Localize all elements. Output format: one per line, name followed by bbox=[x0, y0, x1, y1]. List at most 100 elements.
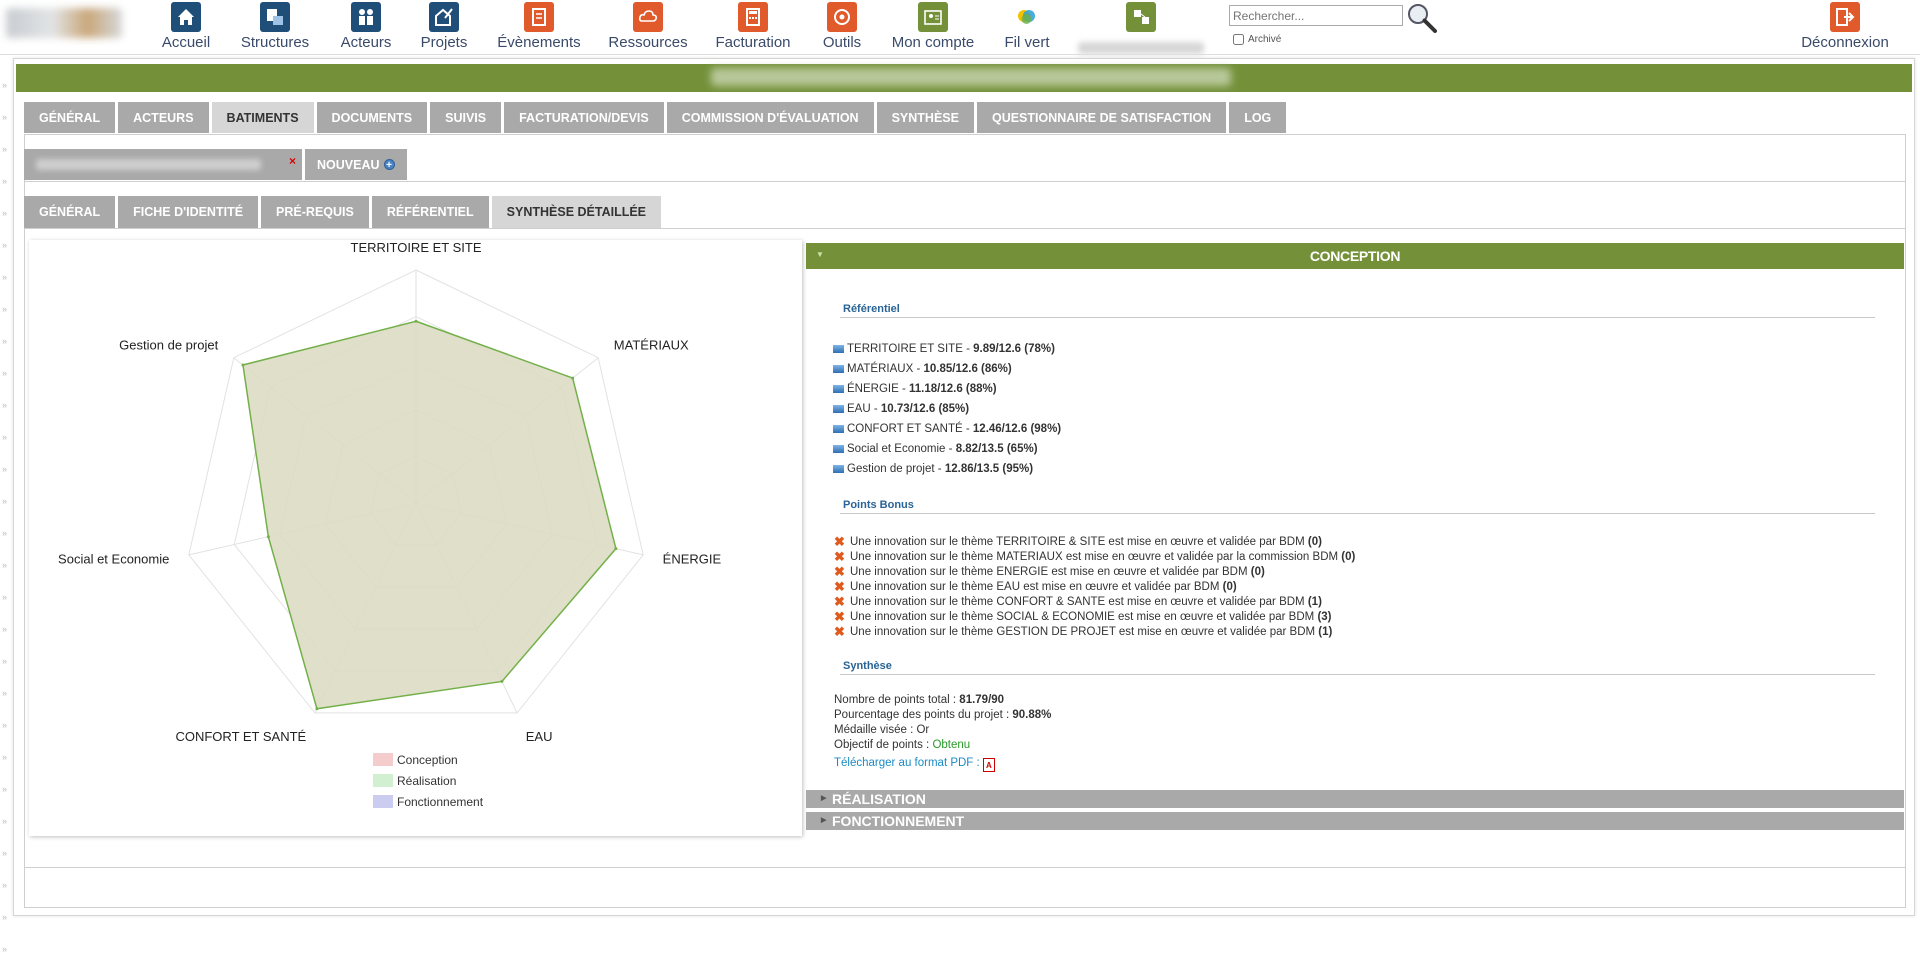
building-tabs-divider bbox=[24, 181, 1906, 182]
new-building-button[interactable]: NOUVEAU + bbox=[305, 149, 407, 180]
cross-icon: ✖ bbox=[834, 608, 845, 624]
fonctionnement-accordion-header[interactable]: ▶ FONCTIONNEMENT bbox=[806, 812, 1904, 830]
nav-evenements[interactable]: Évènements bbox=[496, 0, 582, 51]
logout-button[interactable]: Déconnexion bbox=[1800, 0, 1890, 51]
nav-extra-module-label bbox=[1078, 42, 1204, 54]
archive-filter[interactable]: Archivé bbox=[1233, 34, 1281, 45]
bonus-item: ✖ Une innovation sur le thème TERRITOIRE … bbox=[834, 534, 1355, 549]
synthese-section-title: Synthèse bbox=[843, 660, 892, 672]
nav-acteurs[interactable]: Acteurs bbox=[338, 0, 394, 51]
legend-label: Conception bbox=[397, 753, 458, 767]
top-navigation: Accueil Structures Acteurs Projets Évène… bbox=[0, 0, 1920, 54]
legend-label: Fonctionnement bbox=[397, 795, 484, 809]
referentiel-item: TERRITOIRE ET SITE - 9.89/12.6 (78%) bbox=[833, 339, 1061, 359]
pdf-download-link[interactable]: Télécharger au format PDF : bbox=[834, 757, 983, 769]
referentiel-item-score: 8.82/13.5 (65%) bbox=[955, 443, 1038, 455]
nav-accueil[interactable]: Accueil bbox=[158, 0, 214, 51]
realisation-accordion-header[interactable]: ▶ RÉALISATION bbox=[806, 790, 1904, 808]
app-logo[interactable] bbox=[6, 8, 122, 38]
nav-structures[interactable]: Structures bbox=[238, 0, 312, 51]
nav-extra-module[interactable] bbox=[1076, 0, 1206, 54]
referentiel-section-title: Référentiel bbox=[843, 303, 900, 315]
subtab-fiche-identite[interactable]: FICHE D'IDENTITÉ bbox=[118, 196, 259, 228]
referentiel-item-score: 10.85/12.6 (86%) bbox=[923, 363, 1012, 375]
nav-mon-compte[interactable]: Mon compte bbox=[890, 0, 976, 51]
archive-checkbox[interactable] bbox=[1233, 34, 1244, 45]
new-building-label: NOUVEAU bbox=[317, 157, 380, 172]
tab-general[interactable]: GÉNÉRAL bbox=[24, 102, 116, 133]
referentiel-item-score: 12.86/13.5 (95%) bbox=[944, 463, 1034, 475]
referentiel-divider bbox=[840, 317, 1875, 318]
conception-accordion-header[interactable]: ▼ CONCEPTION bbox=[806, 243, 1904, 269]
projects-icon bbox=[429, 2, 459, 32]
bonus-divider bbox=[840, 513, 1875, 514]
synthese-summary: Nombre de points total : 81.79/90 Pource… bbox=[834, 694, 1051, 772]
radar-chart: TERRITOIRE ET SITE MATÉRIAUX ÉNERGIE EAU CON… bbox=[58, 240, 721, 809]
nav-ressources[interactable]: Ressources bbox=[608, 0, 688, 51]
bonus-item-text: Une innovation sur le thème GESTION DE P… bbox=[850, 625, 1316, 638]
synthese-divider bbox=[840, 674, 1875, 675]
cross-icon: ✖ bbox=[834, 593, 845, 609]
search-icon[interactable] bbox=[1405, 1, 1439, 35]
building-tab[interactable]: × bbox=[24, 149, 302, 180]
referentiel-item: ÉNERGIE - 11.18/12.6 (88%) bbox=[833, 379, 1061, 399]
radar-axis-label: CONFORT ET SANTÉ bbox=[175, 729, 306, 744]
bonus-item: ✖ Une innovation sur le thème SOCIAL & EC… bbox=[834, 609, 1355, 624]
project-title bbox=[711, 68, 1231, 86]
nav-outils[interactable]: Outils bbox=[818, 0, 866, 51]
tab-batiments[interactable]: BATIMENTS bbox=[211, 102, 314, 133]
expand-arrow-icon: ▶ bbox=[821, 817, 827, 824]
nav-facturation[interactable]: Facturation bbox=[713, 0, 793, 51]
close-icon[interactable]: × bbox=[289, 154, 296, 168]
subtab-pre-requis[interactable]: PRÉ-REQUIS bbox=[261, 196, 369, 228]
bonus-item-value: (0) bbox=[1250, 565, 1265, 578]
bonus-item: ✖ Une innovation sur le thème GESTION DE … bbox=[834, 624, 1355, 639]
bonus-item-text: Une innovation sur le thème SOCIAL & ECO… bbox=[850, 610, 1315, 623]
fonctionnement-title: FONCTIONNEMENT bbox=[832, 813, 965, 829]
bonus-item-value: (1) bbox=[1307, 595, 1322, 608]
referentiel-item-name: EAU bbox=[847, 403, 871, 415]
tab-log[interactable]: LOG bbox=[1229, 102, 1287, 133]
people-icon bbox=[351, 2, 381, 32]
folder-icon bbox=[833, 365, 844, 373]
collapse-gutter[interactable]: »»» »»» »»» »»» »»» »»» »»» »»» »»» » bbox=[0, 56, 14, 976]
search-input[interactable] bbox=[1229, 5, 1403, 26]
bonus-item-text: Une innovation sur le thème EAU est mise… bbox=[850, 580, 1220, 593]
folder-icon bbox=[833, 465, 844, 473]
tab-synthese[interactable]: SYNTHÈSE bbox=[876, 102, 974, 133]
medal-target: Médaille visée : Or bbox=[834, 724, 930, 736]
cross-icon: ✖ bbox=[834, 578, 845, 594]
tab-documents[interactable]: DOCUMENTS bbox=[316, 102, 428, 133]
tab-facturation-devis[interactable]: FACTURATION/DEVIS bbox=[504, 102, 664, 133]
building-name bbox=[36, 159, 261, 170]
home-icon bbox=[171, 2, 201, 32]
referentiel-item-name: CONFORT ET SANTÉ bbox=[847, 423, 963, 435]
radar-data-point bbox=[241, 363, 245, 367]
bonus-item: ✖ Une innovation sur le thème MATERIAUX e… bbox=[834, 549, 1355, 564]
subtab-general[interactable]: GÉNÉRAL bbox=[24, 196, 116, 228]
referentiel-item-score: 11.18/12.6 (88%) bbox=[909, 383, 997, 395]
radar-axis-label: EAU bbox=[526, 729, 553, 744]
extra-module-icon bbox=[1126, 2, 1156, 32]
radar-data-point bbox=[414, 319, 418, 323]
tab-questionnaire[interactable]: QUESTIONNAIRE DE SATISFACTION bbox=[976, 102, 1227, 133]
referentiel-item-score: 10.73/12.6 (85%) bbox=[880, 403, 970, 415]
tab-suivis[interactable]: SUIVIS bbox=[430, 102, 502, 133]
legend-swatch bbox=[373, 753, 393, 766]
radar-chart-card: TERRITOIRE ET SITE MATÉRIAUX ÉNERGIE EAU CON… bbox=[29, 240, 802, 836]
tab-commission[interactable]: COMMISSION D'ÉVALUATION bbox=[666, 102, 874, 133]
subtab-referentiel[interactable]: RÉFÉRENTIEL bbox=[371, 196, 489, 228]
medal-target-value: Or bbox=[916, 724, 930, 736]
radar-data-point bbox=[266, 535, 270, 539]
nav-projets[interactable]: Projets bbox=[418, 0, 470, 51]
referentiel-item-name: TERRITOIRE ET SITE bbox=[847, 343, 963, 355]
project-title-bar bbox=[16, 64, 1912, 92]
tab-acteurs[interactable]: ACTEURS bbox=[118, 102, 209, 133]
bonus-item: ✖ Une innovation sur le thème ENERGIE est… bbox=[834, 564, 1355, 579]
nav-fil-vert[interactable]: Fil vert bbox=[1002, 0, 1052, 51]
bonus-item-value: (1) bbox=[1318, 625, 1333, 638]
subtab-synthese-detaillee[interactable]: SYNTHÈSE DÉTAILLÉE bbox=[491, 196, 662, 228]
radar-axis-label: Gestion de projet bbox=[119, 337, 218, 352]
pdf-icon[interactable]: A bbox=[982, 758, 995, 772]
referentiel-list: TERRITOIRE ET SITE - 9.89/12.6 (78%) MAT… bbox=[833, 339, 1061, 479]
